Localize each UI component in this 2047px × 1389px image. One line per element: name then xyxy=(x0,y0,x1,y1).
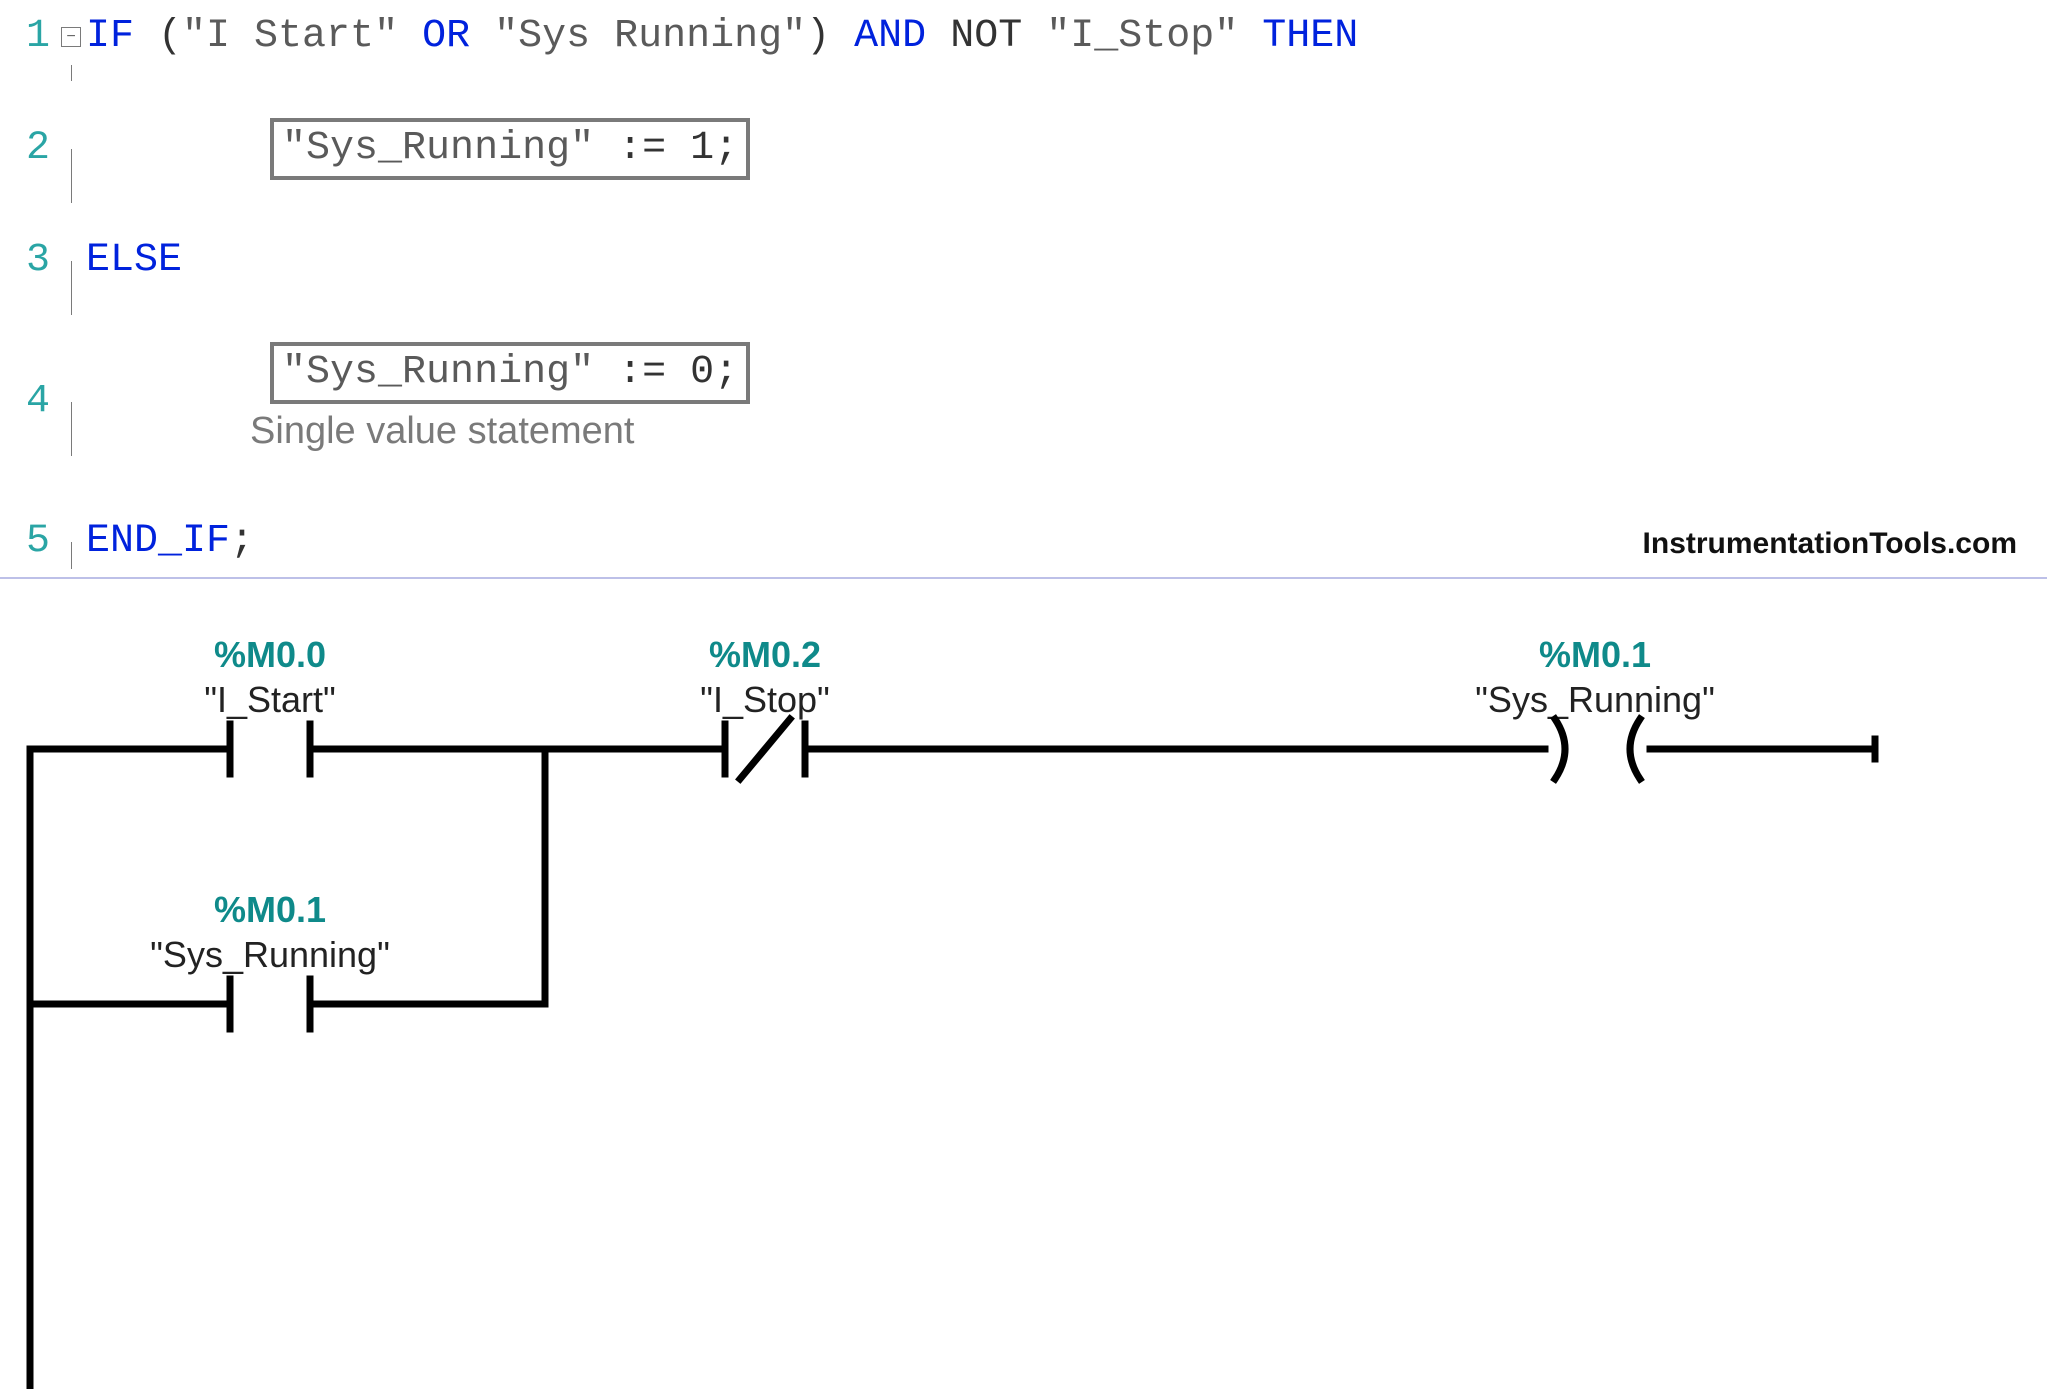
code-text: IF ("I Start" OR "Sys Running") AND NOT … xyxy=(86,10,1358,64)
boxed-statement-2: "Sys_Running" := 0; xyxy=(270,342,750,404)
code-text: ELSE xyxy=(86,234,182,288)
code-text: "Sys_Running" := 1; xyxy=(86,64,750,234)
fold-gutter[interactable]: − xyxy=(56,27,86,47)
scl-code-pane: 1 − IF ("I Start" OR "Sys Running") AND … xyxy=(0,0,2047,579)
line-number: 1 xyxy=(20,10,50,64)
watermark: InstrumentationTools.com xyxy=(1643,517,2017,571)
code-line-1: 1 − IF ("I Start" OR "Sys Running") AND … xyxy=(20,10,2027,64)
coil-icon xyxy=(1630,719,1640,779)
code-line-3: 3 ELSE xyxy=(20,234,2027,288)
ladder-diagram: %M0.0 "I_Start" %M0.2 "I_Stop" %M0.1 "Sy… xyxy=(0,579,2047,1389)
code-text: END_IF; xyxy=(86,515,254,569)
line-number: 4 xyxy=(20,375,50,429)
code-line-2: 2 "Sys_Running" := 1; xyxy=(20,64,2027,234)
annotation-label: Single value statement xyxy=(250,404,634,458)
line-number: 5 xyxy=(20,515,50,569)
ladder-svg xyxy=(0,579,2047,1389)
line-number: 2 xyxy=(20,122,50,176)
code-line-4: 4 "Sys_Running" := 0; Single value state… xyxy=(20,288,2027,515)
line-number: 3 xyxy=(20,234,50,288)
nc-contact-slash-icon xyxy=(740,719,790,779)
boxed-statement-1: "Sys_Running" := 1; xyxy=(270,118,750,180)
code-text: "Sys_Running" := 0; Single value stateme… xyxy=(86,288,750,515)
coil-icon xyxy=(1555,719,1565,779)
fold-minus-icon[interactable]: − xyxy=(61,27,81,47)
